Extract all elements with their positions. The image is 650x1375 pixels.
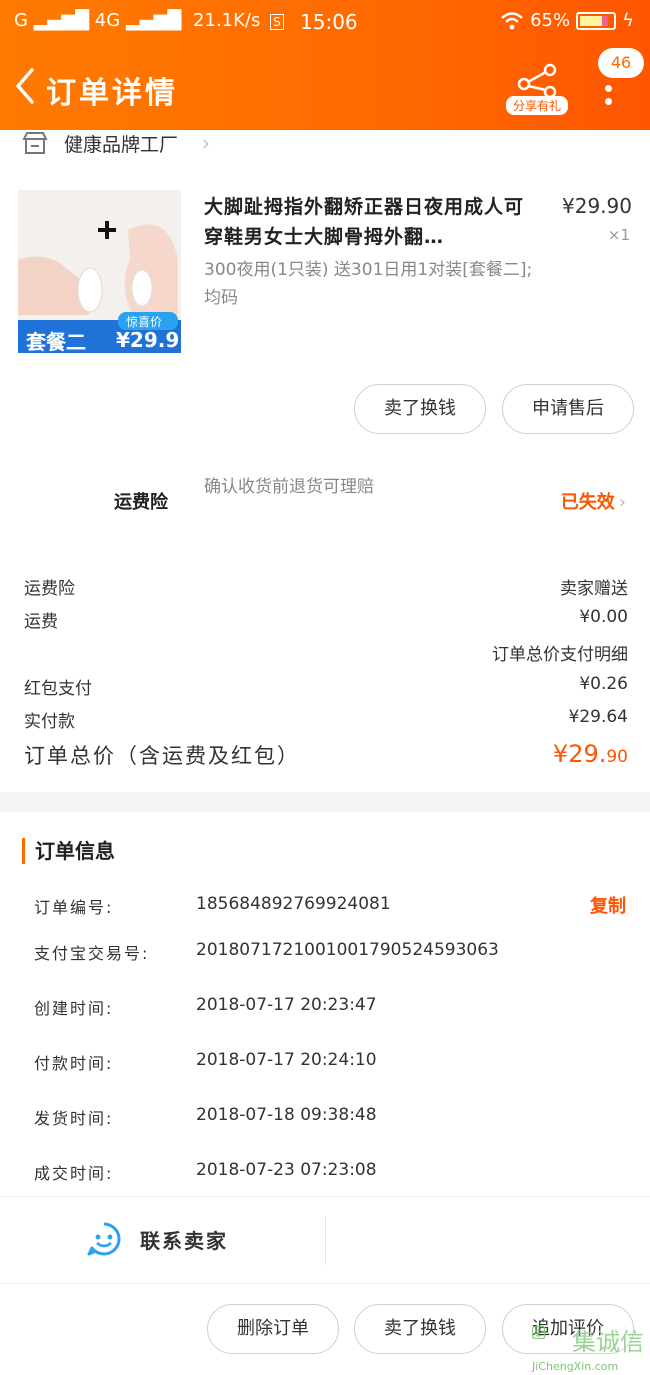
image-label-price: ¥29.9 [116,328,180,352]
order-total-value: ¥29.90 [552,740,628,768]
page-title: 订单详情 [46,76,178,111]
summary-value: ¥0.26 [579,674,628,694]
share-label: 分享有礼 [506,96,568,115]
contact-bar: 联系卖家 [0,1196,650,1284]
sell-swap-button-bottom[interactable]: 卖了换钱 [354,1304,486,1354]
insurance-status-text: 已失效 [560,492,615,513]
chat-face-icon [87,1222,121,1256]
summary-value: ¥29.64 [568,707,628,727]
watermark-text: 集诚信 [572,1328,644,1356]
summary-value: ¥0.00 [579,607,628,627]
product-spec: 300夜用(1只装) 送301日用1对装[套餐二];均码 [204,260,533,308]
status-time: 15:06 [300,10,358,34]
summary-label: 运费险 [24,579,75,599]
carrier-label: G [14,10,28,31]
sell-swap-button[interactable]: 卖了换钱 [354,384,486,434]
order-info-value: 2018071721001001790524593063 [196,940,499,960]
s-icon: S [270,14,284,30]
summary-value: 卖家赠送 [560,579,628,599]
product-title[interactable]: 大脚趾拇指外翻矫正器日夜用成人可穿鞋男女士大脚骨拇外翻… [204,192,534,252]
product-image[interactable]: 套餐二 惊喜价 ¥29.9 [18,190,181,353]
order-info-value: 2018-07-17 20:24:10 [196,1050,377,1070]
app-header: G ▂▄▆█ 4G ▂▄▆█ 21.1K/s S 15:06 65% ϟ 订单详… [0,0,650,130]
copy-button[interactable]: 复制 [590,892,626,918]
order-info-value: 2018-07-23 07:23:08 [196,1160,377,1180]
status-left: G ▂▄▆█ 4G ▂▄▆█ 21.1K/s S [14,10,284,31]
insurance-desc: 确认收货前退货可理赔 [204,477,374,497]
shop-name: 健康品牌工厂 [64,133,179,156]
battery-percent: 65% [530,10,571,31]
watermark-logo [532,1326,545,1339]
summary-label: 红包支付 [24,679,92,699]
order-info-label: 成交时间: [34,1164,114,1183]
wifi-icon [501,11,523,29]
order-info-title: 订单信息 [22,838,115,864]
status-bar: G ▂▄▆█ 4G ▂▄▆█ 21.1K/s S 15:06 65% ϟ [0,0,650,44]
shop-row[interactable]: 健康品牌工厂 › [22,128,210,158]
shop-icon [22,132,48,154]
contact-seller-label: 联系卖家 [140,1228,228,1253]
image-label-left: 套餐二 [26,330,86,353]
order-info-label: 支付宝交易号: [34,944,150,963]
nav-bar: 订单详情 分享有礼 46 [0,48,650,126]
signal-icon: ▂▄▆█ [33,10,90,31]
chevron-right-icon: › [618,492,626,513]
delete-order-button[interactable]: 删除订单 [207,1304,339,1354]
chevron-right-icon: › [202,131,211,155]
order-info-value: 2018-07-18 09:38:48 [196,1105,377,1125]
insurance-status[interactable]: 已失效 › [561,488,626,514]
order-info-label: 创建时间: [34,999,114,1018]
order-info-label: 订单编号: [34,898,114,917]
order-info-value: 185684892769924081 [196,894,391,914]
signal-icon-2: ▂▄▆█ [125,10,182,31]
section-divider [0,792,650,812]
network-label: 4G [94,10,121,31]
summary-label: 实付款 [24,712,75,732]
share-button[interactable]: 分享有礼 [506,62,568,120]
order-total-label: 订单总价（含运费及红包） [24,744,300,768]
vertical-divider [325,1217,326,1265]
watermark-url: JiChengXin.com [532,1360,619,1373]
more-menu-icon[interactable] [602,82,614,122]
summary-label: 运费 [24,612,58,632]
order-info-label: 付款时间: [34,1054,114,1073]
message-count-badge: 46 [598,48,644,78]
battery-icon [576,11,617,30]
speed-label: 21.1K/s [193,10,261,31]
product-price: ¥29.90 [562,194,632,218]
order-info-label: 发货时间: [34,1109,114,1128]
order-info-value: 2018-07-17 20:23:47 [196,995,377,1015]
status-right: 65% ϟ [500,10,634,31]
product-quantity: ×1 [607,226,630,244]
back-arrow-icon[interactable] [10,66,40,106]
share-icon [517,63,557,99]
charging-icon: ϟ [622,10,634,31]
payment-detail-link[interactable]: 订单总价支付明细 [492,640,628,665]
contact-seller-button[interactable]: 联系卖家 [86,1221,228,1257]
insurance-label: 运费险 [114,492,168,513]
after-sale-button[interactable]: 申请售后 [502,384,634,434]
